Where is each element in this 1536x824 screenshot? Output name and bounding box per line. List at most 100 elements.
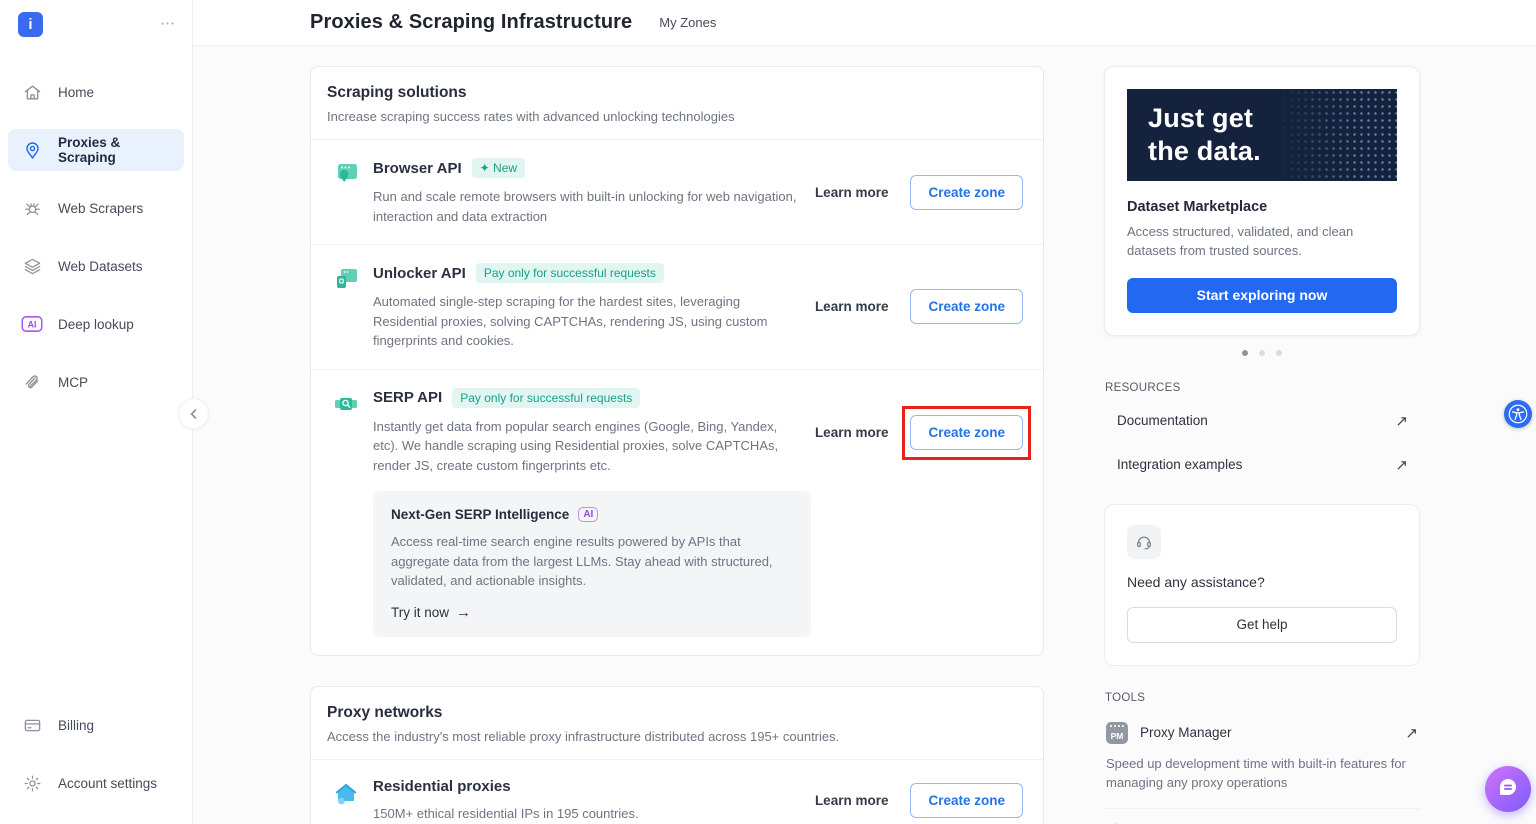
carousel-dot-1[interactable] xyxy=(1242,350,1248,356)
location-pin-icon xyxy=(21,141,43,160)
row-actions: Learn more Create zone xyxy=(815,289,1023,324)
tool-proxy-manager: PM Proxy Manager ↗ Speed up development … xyxy=(1104,709,1420,808)
sidebar-item-label: Web Datasets xyxy=(58,259,143,274)
get-help-button[interactable]: Get help xyxy=(1127,607,1397,643)
solution-row-serp-api: SERP API Pay only for successful request… xyxy=(311,370,1043,655)
pay-per-success-badge: Pay only for successful requests xyxy=(452,388,640,408)
credit-card-icon xyxy=(21,716,43,735)
more-menu-icon[interactable]: ⋯ xyxy=(160,16,176,31)
brand-logo-letter: i xyxy=(28,16,32,33)
new-badge: ✦ New xyxy=(472,158,525,178)
resource-link-documentation[interactable]: Documentation ↗ xyxy=(1104,399,1420,443)
accessibility-icon xyxy=(1508,404,1528,424)
sidebar-item-billing[interactable]: Billing xyxy=(8,704,184,746)
create-zone-button-unlocker-api[interactable]: Create zone xyxy=(910,289,1023,324)
sidebar-collapse-button[interactable] xyxy=(178,398,209,429)
try-it-now-label: Try it now xyxy=(391,605,449,620)
right-rail: Just get the data. Dataset Marketplace A… xyxy=(1104,66,1420,824)
sidebar-item-label: MCP xyxy=(58,375,88,390)
serp-intelligence-promo-card: Next-Gen SERP Intelligence AI Access rea… xyxy=(373,491,811,637)
sidebar-item-label: Deep lookup xyxy=(58,317,134,332)
solution-row-browser-api: Browser API ✦ New Run and scale remote b… xyxy=(311,140,1043,245)
solution-title: Unlocker API xyxy=(373,265,466,282)
headset-icon xyxy=(1127,525,1161,559)
solution-title: Browser API xyxy=(373,160,462,177)
ai-badge: AI xyxy=(578,507,598,522)
proxy-networks-card: Proxy networks Access the industry's mos… xyxy=(310,686,1044,824)
solution-title: SERP API xyxy=(373,389,442,406)
mcp-icon xyxy=(21,373,43,392)
sidebar-item-account-settings[interactable]: Account settings xyxy=(8,762,184,804)
assistance-question: Need any assistance? xyxy=(1127,574,1397,590)
resource-link-integration-examples[interactable]: Integration examples ↗ xyxy=(1104,443,1420,487)
card-subtitle: Access the industry's most reliable prox… xyxy=(327,729,1027,744)
solution-description: Instantly get data from popular search e… xyxy=(373,417,797,476)
banner-line-1: Just get xyxy=(1148,102,1397,135)
dataset-marketplace-card: Just get the data. Dataset Marketplace A… xyxy=(1104,66,1420,336)
brand-logo[interactable]: i xyxy=(18,12,43,37)
sidebar-item-home[interactable]: Home xyxy=(8,71,184,113)
start-exploring-button[interactable]: Start exploring now xyxy=(1127,278,1397,313)
assistance-card: Need any assistance? Get help xyxy=(1104,504,1420,666)
ai-badge-icon: AI xyxy=(21,315,43,333)
chat-bubble-icon xyxy=(1496,777,1520,801)
sidebar-bottom-nav: Billing Account settings xyxy=(8,704,184,804)
create-zone-button-residential[interactable]: Create zone xyxy=(910,783,1023,818)
learn-more-link[interactable]: Learn more xyxy=(815,793,889,808)
spider-icon xyxy=(21,199,43,218)
proxy-manager-icon-text: PM xyxy=(1111,731,1124,741)
proxy-manager-icon: PM xyxy=(1106,722,1128,744)
create-zone-button-browser-api[interactable]: Create zone xyxy=(910,175,1023,210)
sidebar-item-mcp[interactable]: MCP xyxy=(8,361,184,403)
create-zone-button-serp-api[interactable]: Create zone xyxy=(910,415,1023,450)
sidebar-item-web-datasets[interactable]: Web Datasets xyxy=(8,245,184,287)
row-body: Browser API ✦ New Run and scale remote b… xyxy=(373,158,815,226)
sidebar-item-label: Proxies & Scraping xyxy=(58,135,171,165)
promo-title: Next-Gen SERP Intelligence xyxy=(391,507,569,522)
sidebar: i ⋯ Home Proxies & Scraping Web Scrap xyxy=(0,0,193,824)
external-link-icon: ↗ xyxy=(1395,412,1408,430)
browser-api-icon xyxy=(333,158,359,192)
solution-title: Residential proxies xyxy=(373,778,511,795)
solution-description: 150M+ ethical residential IPs in 195 cou… xyxy=(373,804,797,824)
tab-my-zones[interactable]: My Zones xyxy=(659,15,716,30)
svg-text:AI: AI xyxy=(28,320,37,330)
solution-description: Automated single-step scraping for the h… xyxy=(373,292,797,351)
learn-more-link[interactable]: Learn more xyxy=(815,185,889,200)
serp-api-icon xyxy=(333,388,359,422)
tools-heading: TOOLS xyxy=(1105,692,1420,704)
card-title: Proxy networks xyxy=(327,704,1027,722)
resource-link-label: Integration examples xyxy=(1117,457,1242,472)
chat-widget-button[interactable] xyxy=(1485,766,1531,812)
tool-description: Speed up development time with built-in … xyxy=(1106,754,1418,793)
learn-more-link[interactable]: Learn more xyxy=(815,425,889,440)
promo-description: Access real-time search engine results p… xyxy=(391,532,793,591)
pay-per-success-badge: Pay only for successful requests xyxy=(476,263,664,283)
card-title: Scraping solutions xyxy=(327,84,1027,102)
row-actions: Learn more Create zone xyxy=(815,175,1023,210)
sidebar-item-web-scrapers[interactable]: Web Scrapers xyxy=(8,187,184,229)
sidebar-item-deep-lookup[interactable]: AI Deep lookup xyxy=(8,303,184,345)
sidebar-header: i ⋯ xyxy=(0,0,192,37)
scraping-solutions-header: Scraping solutions Increase scraping suc… xyxy=(311,67,1043,140)
scraping-solutions-card: Scraping solutions Increase scraping suc… xyxy=(310,66,1044,656)
sidebar-item-proxies-scraping[interactable]: Proxies & Scraping xyxy=(8,129,184,171)
gear-icon xyxy=(21,774,43,793)
accessibility-button[interactable] xyxy=(1504,400,1532,428)
unlocker-api-icon xyxy=(333,263,359,297)
try-it-now-link[interactable]: Try it now → xyxy=(391,604,471,621)
carousel-dot-3[interactable] xyxy=(1276,350,1282,356)
main-content: Scraping solutions Increase scraping suc… xyxy=(310,66,1044,824)
learn-more-link[interactable]: Learn more xyxy=(815,299,889,314)
tool-label[interactable]: Proxy Manager xyxy=(1140,725,1393,740)
sidebar-item-label: Web Scrapers xyxy=(58,201,143,216)
row-body: SERP API Pay only for successful request… xyxy=(373,388,815,637)
row-body: Unlocker API Pay only for successful req… xyxy=(373,263,815,351)
sidebar-nav: Home Proxies & Scraping Web Scrapers Web… xyxy=(0,71,192,403)
carousel-dot-2[interactable] xyxy=(1259,350,1265,356)
solution-description: Run and scale remote browsers with built… xyxy=(373,187,797,226)
app-root: i ⋯ Home Proxies & Scraping Web Scrap xyxy=(0,0,1536,824)
proxy-networks-header: Proxy networks Access the industry's mos… xyxy=(311,687,1043,760)
promo-card-description: Access structured, validated, and clean … xyxy=(1127,223,1397,261)
chevron-left-icon xyxy=(188,408,200,420)
